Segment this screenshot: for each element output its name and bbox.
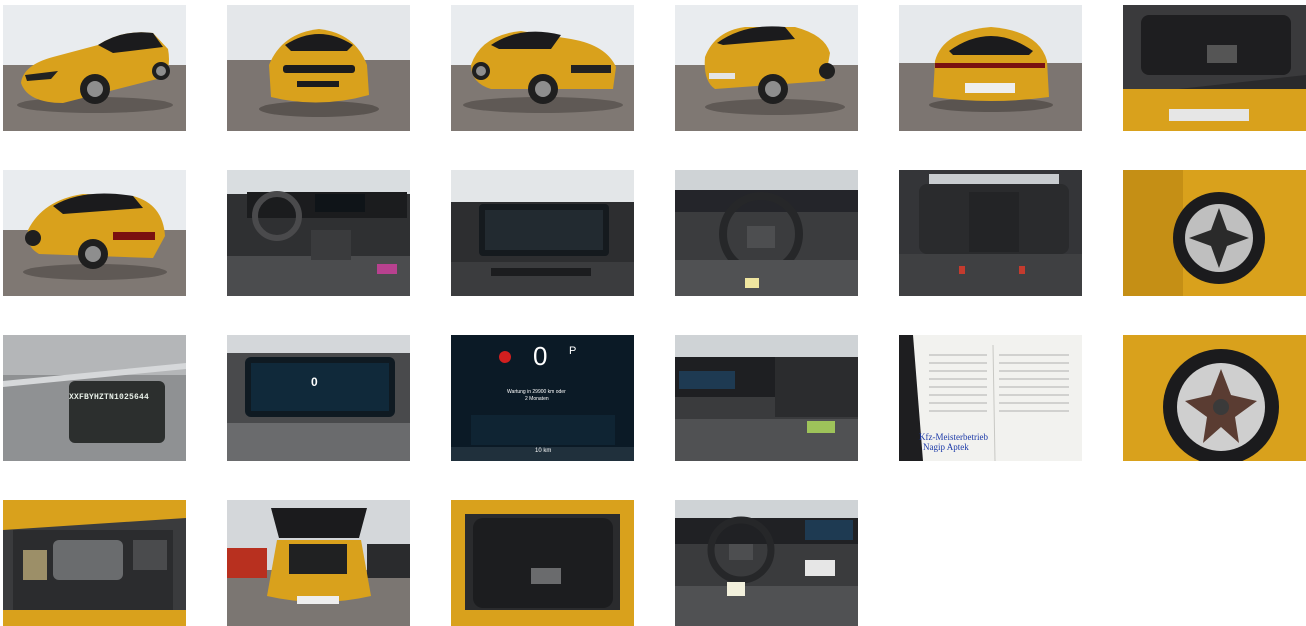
photo-thumbnail-2[interactable] [227,5,410,131]
photo-thumbnail-22[interactable] [675,500,858,626]
service-book-photo [899,335,1082,461]
photo-thumbnail-21[interactable] [451,500,634,626]
speedometer-closeup-photo [451,335,634,461]
photo-thumbnail-17[interactable]: Kfz-Meisterbetrieb Nagip Aptek [899,335,1082,461]
photo-thumbnail-18[interactable] [1123,335,1306,461]
interior-dashboard-photo [227,170,410,296]
car-front-photo [227,5,410,131]
photo-thumbnail-6[interactable] [1123,5,1306,131]
steering-wheel-photo [675,170,858,296]
photo-thumbnail-3[interactable] [451,5,634,131]
photo-thumbnail-7[interactable] [3,170,186,296]
car-rear-left-photo [3,170,186,296]
driver-cockpit-photo [675,500,858,626]
photo-thumbnail-19[interactable] [3,500,186,626]
photo-thumbnail-5[interactable] [899,5,1082,131]
vin-plate-photo [3,335,186,461]
car-rear-photo [899,5,1082,131]
trunk-floor-photo [451,500,634,626]
photo-thumbnail-4[interactable] [675,5,858,131]
front-interior-photo [675,335,858,461]
photo-thumbnail-15[interactable]: 0 P Wartung in 29900 km oder 2 Monaten 1… [451,335,634,461]
photo-thumbnail-11[interactable] [899,170,1082,296]
photo-thumbnail-10[interactable] [675,170,858,296]
photo-thumbnail-14[interactable]: 0 [227,335,410,461]
rear-seats-photo [899,170,1082,296]
photo-thumbnail-1[interactable] [3,5,186,131]
engine-bay-photo [3,500,186,626]
photo-thumbnail-8[interactable] [227,170,410,296]
car-rear-right-photo [675,5,858,131]
photo-thumbnail-13[interactable]: XXFBYHZTN1025644 [3,335,186,461]
photo-thumbnail-9[interactable] [451,170,634,296]
car-front-left-photo [3,5,186,131]
infotainment-screen-photo [451,170,634,296]
photo-thumbnail-16[interactable] [675,335,858,461]
wheel-closeup-photo [1123,335,1306,461]
photo-gallery: XXFBYHZTN1025644 0 0 P Wartung in 29900 … [3,5,1306,626]
wheel-side-photo [1123,170,1306,296]
photo-thumbnail-20[interactable] [227,500,410,626]
car-rear-open-trunk-photo [227,500,410,626]
instrument-cluster-photo [227,335,410,461]
car-front-right-photo [451,5,634,131]
photo-thumbnail-12[interactable] [1123,170,1306,296]
trunk-photo [1123,5,1306,131]
